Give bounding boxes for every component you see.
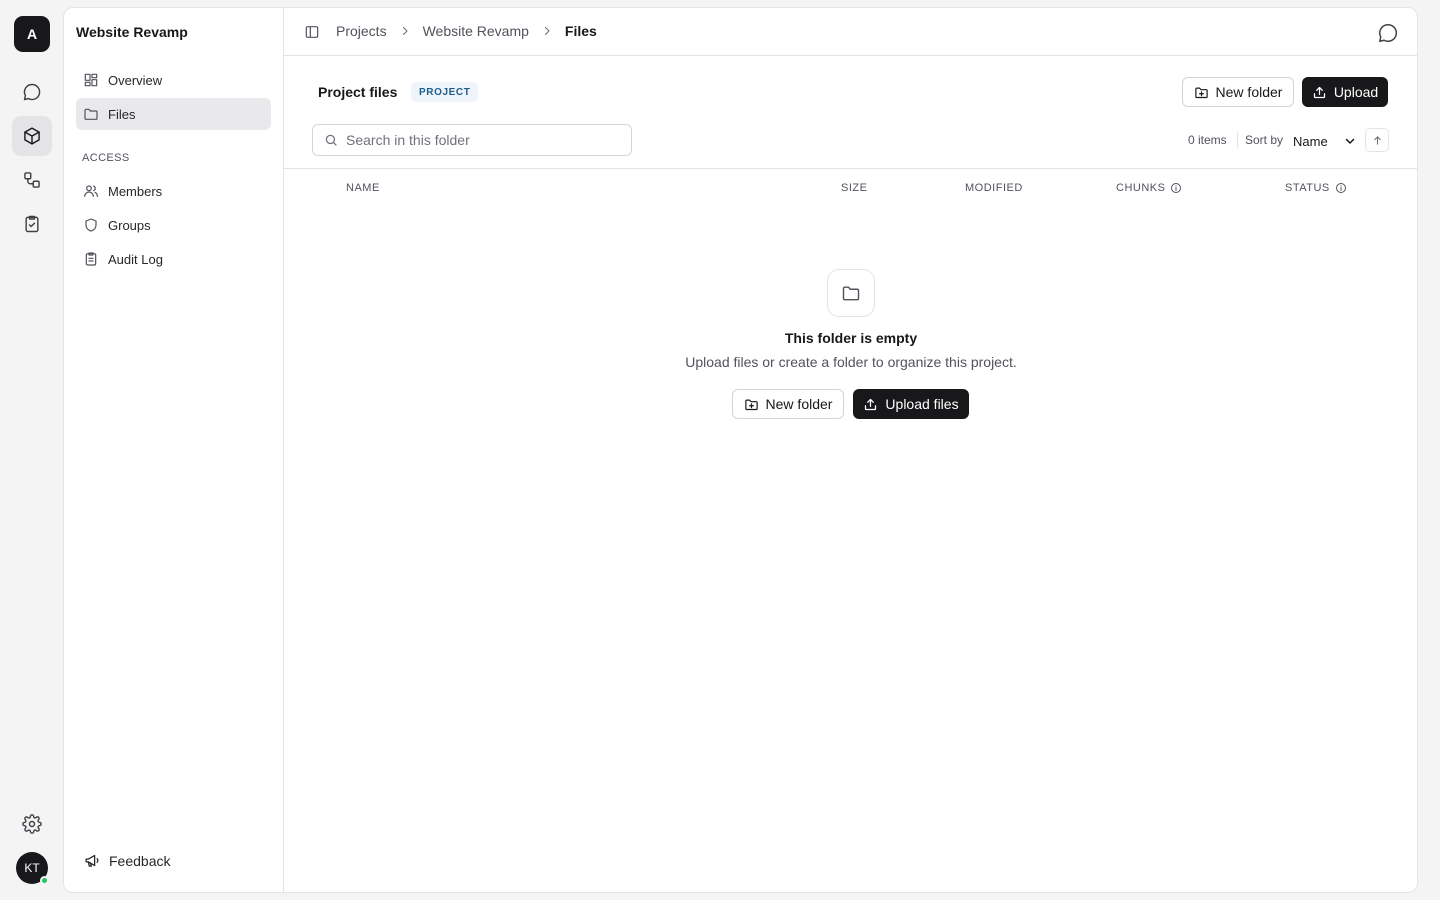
- empty-state-description: Upload files or create a folder to organ…: [685, 354, 1017, 370]
- chat-icon: [22, 82, 42, 102]
- column-label: SIZE: [841, 182, 868, 194]
- items-count: 0 items: [1188, 133, 1227, 147]
- workflow-icon: [22, 170, 42, 190]
- new-folder-label: New folder: [1215, 84, 1283, 100]
- project-sidebar: Website Revamp Overview Files ACCESS Mem…: [64, 8, 284, 892]
- new-folder-button[interactable]: New folder: [1182, 77, 1294, 107]
- column-header-name[interactable]: NAME: [346, 182, 380, 194]
- top-bar: Projects Website Revamp Files: [284, 8, 1417, 56]
- clipboard-icon: [83, 251, 99, 267]
- arrow-up-icon: [1372, 135, 1383, 146]
- upload-files-button[interactable]: Upload files: [853, 389, 969, 419]
- project-title: Website Revamp: [76, 24, 188, 40]
- upload-label: Upload: [1333, 84, 1379, 100]
- folder-plus-icon: [744, 397, 759, 412]
- app-rail: A KT: [0, 0, 64, 900]
- rail-tasks-button[interactable]: [12, 204, 52, 244]
- sort-label: Sort by: [1245, 133, 1284, 147]
- folder-icon: [83, 106, 99, 122]
- upload-button[interactable]: Upload: [1302, 77, 1388, 107]
- feedback-button[interactable]: Feedback: [84, 852, 170, 869]
- column-label: NAME: [346, 182, 380, 194]
- breadcrumb-projects[interactable]: Projects: [336, 23, 387, 39]
- online-status-dot: [40, 876, 49, 885]
- column-label: STATUS: [1285, 182, 1330, 194]
- feedback-label: Feedback: [109, 852, 171, 869]
- toolbar-divider: [1237, 132, 1238, 148]
- upload-icon: [1312, 85, 1327, 100]
- info-icon[interactable]: [1335, 182, 1347, 194]
- column-header-modified[interactable]: MODIFIED: [965, 182, 1023, 194]
- rail-projects-button[interactable]: [12, 116, 52, 156]
- grid-icon: [83, 72, 99, 88]
- new-folder-label: New folder: [765, 396, 833, 412]
- cube-icon: [22, 126, 42, 146]
- sidebar-item-label: Overview: [108, 72, 163, 88]
- clipboard-check-icon: [22, 214, 42, 234]
- sidebar-item-audit-log[interactable]: Audit Log: [76, 243, 271, 275]
- folder-plus-icon: [1194, 85, 1209, 100]
- users-icon: [83, 183, 99, 199]
- sort-value: Name: [1293, 133, 1328, 149]
- upload-icon: [863, 397, 878, 412]
- rail-chat-button[interactable]: [12, 72, 52, 112]
- sidebar-item-label: Groups: [108, 217, 151, 233]
- sidebar-item-members[interactable]: Members: [76, 175, 271, 207]
- chevron-right-icon: [541, 25, 553, 37]
- column-label: MODIFIED: [965, 182, 1023, 194]
- main-content: Projects Website Revamp Files Project fi…: [284, 8, 1417, 892]
- empty-new-folder-button[interactable]: New folder: [732, 389, 844, 419]
- app-shell: Website Revamp Overview Files ACCESS Mem…: [63, 7, 1418, 893]
- rail-settings-button[interactable]: [12, 804, 52, 844]
- rail-workflows-button[interactable]: [12, 160, 52, 200]
- table-header: NAME SIZE MODIFIED CHUNKS STATUS: [284, 168, 1417, 206]
- empty-state-title: This folder is empty: [784, 330, 918, 346]
- search-input[interactable]: [346, 132, 616, 148]
- search-icon: [324, 133, 338, 147]
- workspace-button[interactable]: A: [14, 16, 50, 52]
- sidebar-item-label: Audit Log: [108, 251, 163, 267]
- upload-files-label: Upload files: [885, 396, 959, 412]
- chevron-right-icon: [399, 25, 411, 37]
- chevron-down-icon: [1344, 135, 1356, 147]
- page-title: Project files: [318, 84, 398, 100]
- shield-icon: [83, 217, 99, 233]
- empty-folder-icon: [827, 269, 875, 317]
- sidebar-item-label: Members: [108, 183, 163, 199]
- search-box: [312, 124, 632, 156]
- breadcrumb-current: Files: [564, 23, 597, 39]
- info-icon[interactable]: [1170, 182, 1182, 194]
- breadcrumb-project[interactable]: Website Revamp: [423, 23, 529, 39]
- sort-direction-button[interactable]: [1365, 128, 1389, 152]
- column-label: CHUNKS: [1116, 182, 1166, 194]
- megaphone-icon: [84, 852, 101, 869]
- column-header-chunks[interactable]: CHUNKS: [1116, 182, 1182, 194]
- chat-bubble-icon[interactable]: [1377, 22, 1399, 44]
- column-header-status[interactable]: STATUS: [1285, 182, 1347, 194]
- sort-select[interactable]: Name: [1288, 130, 1360, 152]
- sidebar-item-files[interactable]: Files: [76, 98, 271, 130]
- sidebar-item-label: Files: [108, 106, 136, 122]
- column-header-size[interactable]: SIZE: [841, 182, 867, 194]
- sidebar-toggle-icon[interactable]: [304, 24, 320, 40]
- sidebar-item-groups[interactable]: Groups: [76, 209, 271, 241]
- access-section-label: ACCESS: [82, 152, 130, 164]
- gear-icon: [22, 814, 42, 834]
- scope-badge: PROJECT: [411, 82, 479, 102]
- sidebar-item-overview[interactable]: Overview: [76, 64, 271, 96]
- breadcrumb: Projects Website Revamp Files: [336, 23, 597, 39]
